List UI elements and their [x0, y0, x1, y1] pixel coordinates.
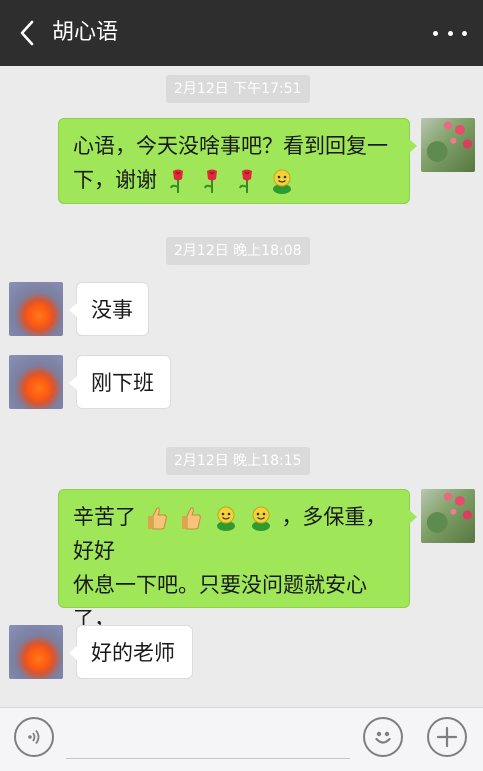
message-text: 休息一下吧。只要没问题就安心	[73, 573, 367, 597]
incoming-message[interactable]: 没事	[69, 282, 149, 336]
message-text: 刚下班	[91, 371, 154, 395]
top-bar: 胡心语	[0, 0, 483, 66]
message-text: 辛苦了	[73, 505, 136, 529]
message-text: 没事	[91, 298, 133, 322]
incoming-message[interactable]: 好的老师	[69, 625, 193, 679]
back-button[interactable]	[12, 16, 42, 50]
message-text: 下，谢谢	[73, 168, 157, 192]
timestamp: 2月12日 下午17:51	[166, 75, 310, 103]
more-button[interactable]	[433, 20, 467, 46]
outgoing-message[interactable]: 辛苦了 ，多保重，好好 休息一下吧。只要没问题就安心 了，	[58, 489, 417, 631]
rose-icon	[169, 169, 183, 193]
thumbs-up-icon	[182, 507, 202, 530]
smiley-face-icon	[217, 506, 236, 531]
message-input[interactable]	[66, 758, 350, 759]
voice-icon	[28, 729, 40, 745]
smiley-face-icon	[251, 506, 270, 531]
incoming-message[interactable]: 刚下班	[69, 355, 171, 409]
my-avatar[interactable]	[421, 489, 475, 543]
contact-avatar[interactable]	[9, 355, 63, 409]
rose-icon	[204, 169, 218, 193]
plus-icon	[436, 726, 458, 748]
thumbs-up-icon	[147, 507, 167, 530]
message-list[interactable]: 2月12日 下午17:51 心语，今天没啥事吧？看到回复一 下，谢谢 2月12日…	[0, 66, 483, 707]
chevron-left-icon	[20, 20, 34, 46]
emoji-button[interactable]	[363, 717, 403, 757]
more-dots-icon	[433, 30, 438, 36]
my-avatar[interactable]	[421, 118, 475, 172]
voice-button[interactable]	[14, 717, 54, 757]
input-bar	[0, 707, 483, 771]
timestamp: 2月12日 晚上18:15	[166, 447, 310, 475]
emoji-face-icon	[375, 731, 391, 744]
timestamp: 2月12日 晚上18:08	[166, 237, 310, 265]
outgoing-message[interactable]: 心语，今天没啥事吧？看到回复一 下，谢谢	[58, 118, 417, 204]
contact-avatar[interactable]	[9, 625, 63, 679]
smiley-face-icon	[272, 169, 291, 194]
rose-icon	[239, 169, 253, 193]
more-actions-button[interactable]	[427, 717, 467, 757]
contact-avatar[interactable]	[9, 282, 63, 336]
message-text: 心语，今天没啥事吧？看到回复一	[73, 134, 388, 158]
chat-title: 胡心语	[52, 20, 119, 45]
message-text: 好的老师	[91, 641, 175, 665]
